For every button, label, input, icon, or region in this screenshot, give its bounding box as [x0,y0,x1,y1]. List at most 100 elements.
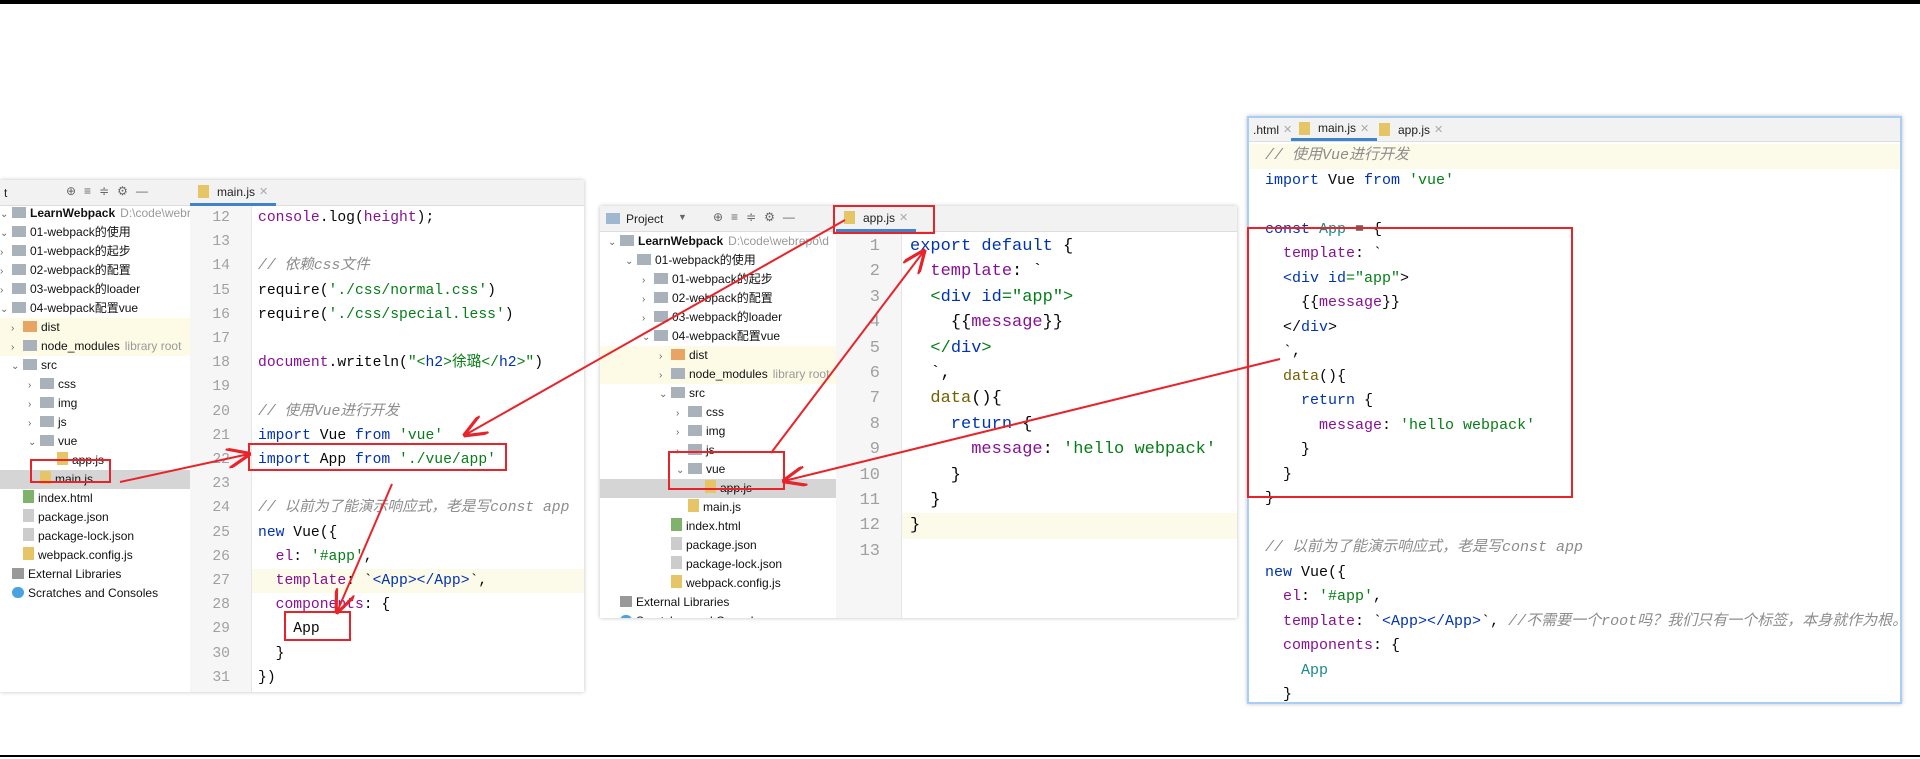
chevron-down-icon[interactable]: ⌄ [11,357,23,376]
close-icon[interactable]: ✕ [259,185,268,198]
tree-item[interactable]: main.js [0,470,190,489]
code-editor[interactable]: 12 console.log(height); 13 14// 依赖css文件 15 re… [190,206,584,692]
tree-item[interactable]: webpack.config.js [0,546,190,565]
chevron-right-icon[interactable]: › [642,290,654,309]
tree-item[interactable]: ⌄ 01-webpack的使用 [0,223,190,242]
tree-item[interactable]: ⌄ vue [600,460,836,479]
close-icon[interactable]: ✕ [1434,123,1443,136]
tree-item[interactable]: ⌄ 01-webpack的使用 [600,251,836,270]
tree-item[interactable]: index.html [0,489,190,508]
tree-item[interactable]: webpack.config.js [600,574,836,593]
tree-item-label: vue [706,462,726,476]
chevron-right-icon[interactable]: › [0,243,12,262]
tree-item[interactable]: › 01-webpack的起步 [600,270,836,289]
project-view-label[interactable]: t [4,186,7,200]
chevron-down-icon[interactable]: ⌄ [608,233,620,252]
folder-icon [688,463,702,474]
code-token: return [910,414,1023,434]
tree-item[interactable]: External Libraries [600,593,836,612]
tree-item-label: package-lock.json [686,557,783,571]
tab-app-js[interactable]: app.js ✕ [836,206,917,232]
chevron-down-icon[interactable]: ⌄ [0,300,12,319]
chevron-right-icon[interactable]: › [28,414,40,433]
tree-item[interactable]: › dist [600,346,836,365]
chevron-right-icon[interactable]: › [11,338,23,357]
chevron-down-icon[interactable]: ⌄ [28,433,40,452]
tree-item[interactable]: › img [0,394,190,413]
tree-item[interactable]: › 03-webpack的loader [0,280,190,299]
chevron-right-icon[interactable]: › [659,366,671,385]
tree-item[interactable]: package.json [0,508,190,527]
tree-item[interactable]: › node_modules library root [600,365,836,384]
tree-item[interactable]: ⌄ 04-webpack配置vue [0,299,190,318]
chevron-right-icon[interactable]: › [676,442,688,461]
tree-item[interactable]: › dist [0,318,190,337]
code-line: {{message}} [836,310,1237,335]
chevron-right-icon[interactable]: › [0,262,12,281]
tree-item[interactable]: ⌄ LearnWebpack D:\code\webrepo\d [600,232,836,251]
tree-item[interactable]: › js [600,441,836,460]
code-line: import Vue from 'vue' [1249,169,1900,194]
tree-item[interactable]: › js [0,413,190,432]
chevron-right-icon[interactable]: › [676,404,688,423]
tree-item[interactable]: › css [600,403,836,422]
code-token: 'hello webpack' [1063,440,1217,460]
tree-item[interactable]: › 01-webpack的起步 [0,242,190,261]
tree-item[interactable]: package.json [600,536,836,555]
tree-item-label: 02-webpack的配置 [672,291,773,305]
tree-item[interactable]: › 03-webpack的loader [600,308,836,327]
chevron-down-icon[interactable]: ▼ [678,212,687,222]
code-token: div [940,287,982,307]
tree-item[interactable]: Scratches and Consoles [0,584,190,603]
code-token: } [1265,465,1293,483]
tree-item[interactable]: app.js [600,479,836,498]
tree-item[interactable]: › 02-webpack的配置 [0,261,190,280]
tree-item[interactable]: ⌄ 04-webpack配置vue [600,327,836,346]
chevron-down-icon[interactable]: ⌄ [659,385,671,404]
chevron-down-icon[interactable]: ⌄ [0,205,12,224]
chevron-right-icon[interactable]: › [676,423,688,442]
toolbar-icons[interactable]: ⊕≡≑⚙— [66,184,156,198]
tree-item[interactable]: ⌄ src [600,384,836,403]
code-editor[interactable]: // 使用Vue进行开发 import Vue from 'vue' const A… [1249,142,1900,702]
tree-item[interactable]: External Libraries [0,565,190,584]
toolbar-icons[interactable]: ⊕≡≑⚙— [713,210,803,224]
chevron-right-icon[interactable]: › [0,281,12,300]
tree-item[interactable]: ⌄ src [0,356,190,375]
chevron-right-icon[interactable]: › [11,319,23,338]
chevron-down-icon[interactable]: ⌄ [625,252,637,271]
project-view-label[interactable]: Project [626,212,663,226]
tree-item[interactable]: › img [600,422,836,441]
code-token: } [910,491,941,510]
tree-item[interactable]: app.js [0,451,190,470]
tree-item[interactable]: main.js [600,498,836,517]
close-icon[interactable]: ✕ [1360,122,1369,135]
chevron-right-icon[interactable]: › [28,376,40,395]
code-token: } [1265,441,1311,458]
tree-item[interactable]: Scratches and Consoles [600,612,836,618]
chevron-down-icon[interactable]: ⌄ [0,224,12,243]
chevron-right-icon[interactable]: › [642,309,654,328]
tab-main-js[interactable]: main.js ✕ [1291,118,1378,141]
code-token: }} [1382,294,1401,311]
tree-item[interactable]: index.html [600,517,836,536]
tree-item[interactable]: package-lock.json [0,527,190,546]
tree-item[interactable]: package-lock.json [600,555,836,574]
code-line: data(){ [1249,365,1900,390]
tree-item[interactable]: › css [0,375,190,394]
chevron-right-icon[interactable]: › [659,347,671,366]
tree-item[interactable]: ⌄ LearnWebpack D:\code\webrepo\d [0,204,221,224]
tree-item[interactable]: › node_modules library root [0,337,190,356]
close-icon[interactable]: ✕ [899,211,908,224]
tree-item-label: webpack.config.js [38,548,133,562]
chevron-right-icon[interactable]: › [28,395,40,414]
chevron-right-icon[interactable]: › [642,271,654,290]
tab-app-js[interactable]: app.js ✕ [1371,118,1451,141]
chevron-down-icon[interactable]: ⌄ [642,328,654,347]
code-editor[interactable]: 1 export default {2 template: ` 3 <div id=… [836,232,1237,618]
tab-main-js[interactable]: main.js ✕ [190,180,277,206]
tree-item[interactable]: ⌄ vue [0,432,190,451]
panel-header: t ⊕≡≑⚙— main.js ✕ [0,180,584,206]
tree-item[interactable]: › 02-webpack的配置 [600,289,836,308]
chevron-down-icon[interactable]: ⌄ [676,461,688,480]
